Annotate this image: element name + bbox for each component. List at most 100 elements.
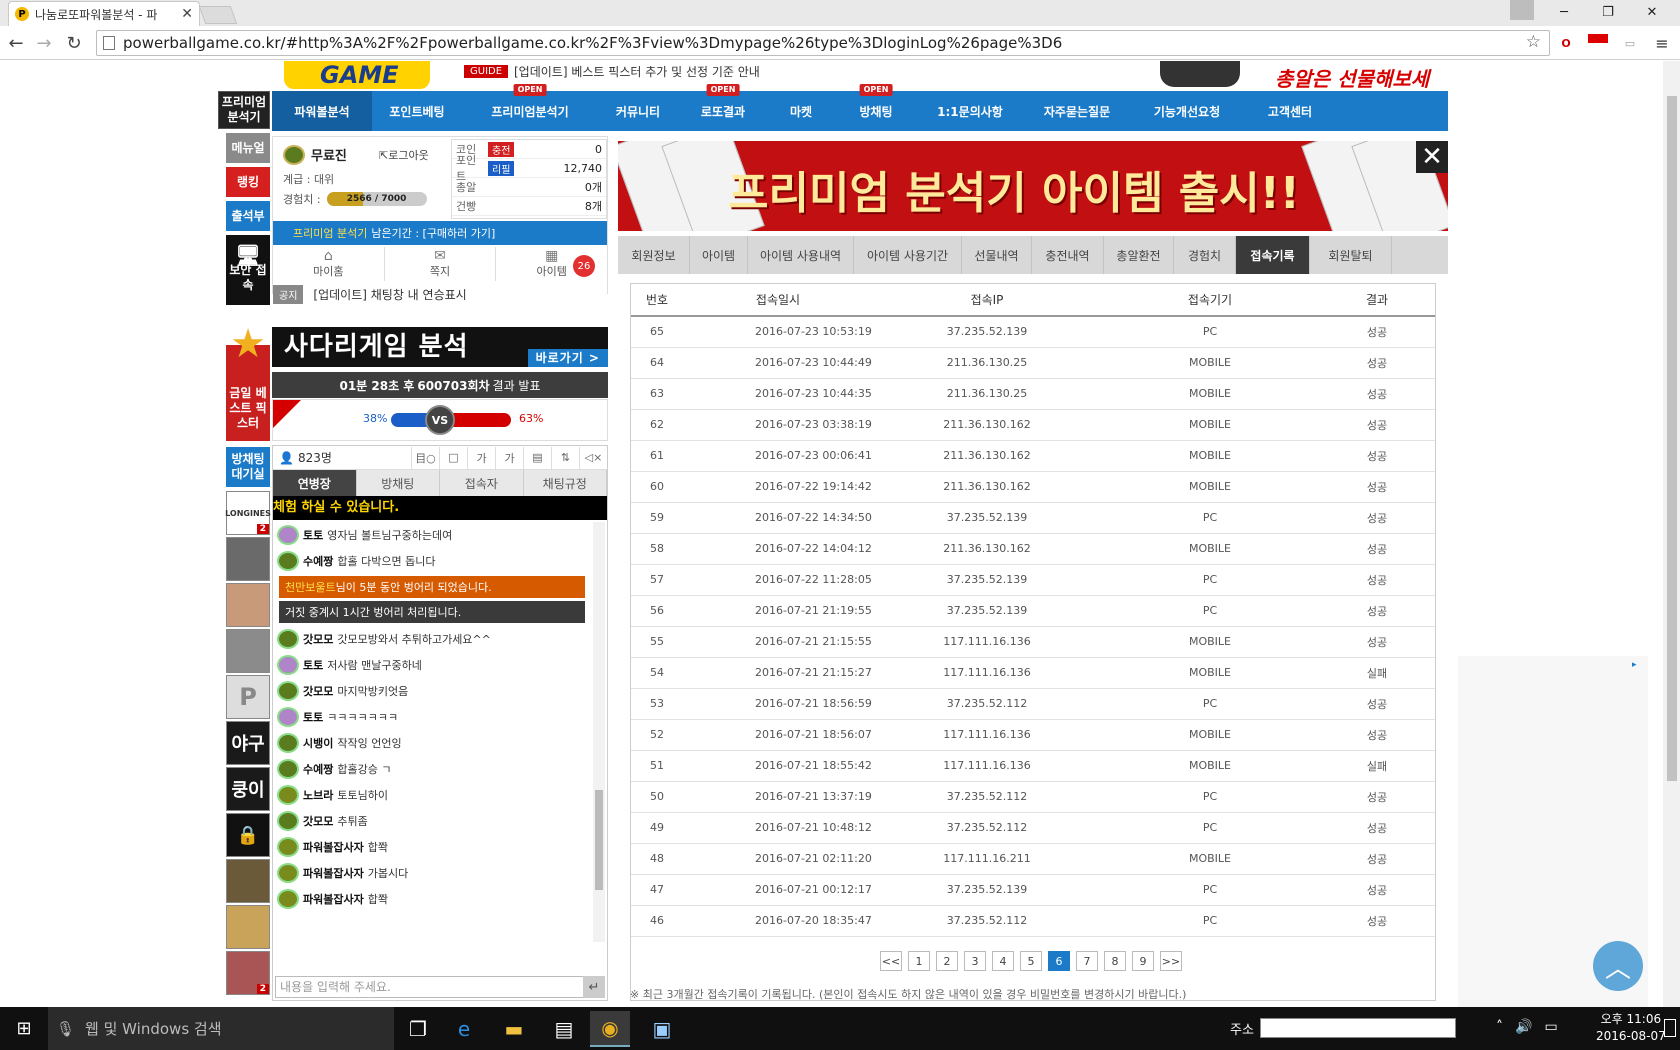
close-window-button[interactable]: ✕ (1630, 0, 1674, 24)
site-logo[interactable]: GAME (284, 61, 430, 89)
chat-nick[interactable]: 시뱅이 (303, 735, 333, 751)
mypage-tab[interactable]: 회원탈퇴 (1310, 236, 1392, 274)
chat-nick[interactable]: 파워볼잡사자 (303, 891, 364, 907)
banner-close-icon[interactable]: ✕ (1416, 141, 1448, 173)
room-thumb-9[interactable] (226, 859, 270, 903)
page-button[interactable]: >> (1160, 951, 1182, 971)
room-thumb-4[interactable] (226, 629, 270, 673)
chat-nick[interactable]: 노브라 (303, 787, 333, 803)
rail-manual[interactable]: 메뉴얼 (226, 133, 270, 163)
keyboard-icon[interactable]: ▭ (1544, 1019, 1557, 1035)
premium-remaining-bar[interactable]: 프리미엄 분석기 남은기간 : [구매하러 가기] (273, 221, 607, 245)
mypage-tab[interactable]: 경험치 (1174, 236, 1236, 274)
notification-icon[interactable] (1664, 1019, 1676, 1037)
page-button[interactable]: 8 (1104, 951, 1126, 971)
notice-bar[interactable]: 공지 [업데이트] 채팅창 내 연승표시 (273, 283, 607, 305)
browser-tab[interactable]: P 나눔로또파워볼분석 - 파 ✕ (8, 1, 200, 26)
refill-button[interactable]: 리필 (488, 160, 515, 176)
nav-market[interactable]: 마켓 (768, 91, 834, 131)
chat-tab-rules[interactable]: 채팅규정 (524, 470, 607, 496)
back-icon[interactable]: ← (4, 31, 28, 55)
room-thumb-3[interactable] (226, 583, 270, 627)
restore-button[interactable]: ❐ (1586, 0, 1630, 24)
rail-best-pickster[interactable]: ★ 금일 베스트 픽스터 (226, 324, 270, 441)
ladder-banner[interactable]: 사다리게임 분석 바로가기 > (272, 327, 608, 367)
chat-nick[interactable]: 갓모모 (303, 683, 333, 699)
chat-scroll-thumb[interactable] (595, 790, 603, 890)
page-button[interactable]: 9 (1132, 951, 1154, 971)
page-scroll-thumb[interactable] (1667, 96, 1677, 781)
mypage-tab[interactable]: 선물내역 (962, 236, 1032, 274)
mypage-tab[interactable]: 접속기록 (1236, 236, 1310, 274)
mypage-tab[interactable]: 아이템 사용기간 (854, 236, 962, 274)
tab-close-icon[interactable]: ✕ (181, 6, 193, 22)
room-thumb-1[interactable]: LONGINES 2 (225, 491, 271, 535)
page-button[interactable]: << (880, 951, 902, 971)
messages-button[interactable]: ✉ 쪽지 (385, 247, 497, 281)
rail-premium[interactable]: 프리미엄 분석기 (218, 91, 270, 129)
page-button[interactable]: 6 (1048, 951, 1070, 971)
chat-input[interactable]: 내용을 입력해 주세요. (275, 976, 585, 998)
taskbar-search[interactable]: 🎙 웹 및 Windows 검색 (48, 1007, 394, 1050)
font-size-up-icon[interactable]: 가 (467, 446, 495, 469)
reload-icon[interactable]: ↻ (62, 31, 86, 55)
chat-tab-main[interactable]: 연병장 (273, 470, 357, 496)
profile-icon[interactable] (1510, 0, 1534, 20)
windows-start-icon[interactable]: ⊞ (0, 1007, 48, 1050)
premium-banner[interactable]: 프리미엄 분석기 아이템 출시!! ✕ (618, 141, 1448, 231)
nav-point-bet[interactable]: 포인트베팅 (372, 91, 462, 131)
sort-icon[interactable]: ⇅ (551, 446, 579, 469)
ladder-go-button[interactable]: 바로가기 > (527, 349, 608, 367)
mypage-tab[interactable]: 회원정보 (618, 236, 690, 274)
page-button[interactable]: 5 (1020, 951, 1042, 971)
chat-tool-icon[interactable]: ▤ (523, 446, 551, 469)
minimize-button[interactable]: ─ (1542, 0, 1586, 24)
mute-icon[interactable]: ◁× (579, 446, 607, 469)
page-button[interactable]: 2 (936, 951, 958, 971)
tray-expand-icon[interactable]: ˄ (1496, 1019, 1503, 1035)
chat-nick[interactable]: 갓모모 (303, 813, 333, 829)
page-button[interactable]: 7 (1076, 951, 1098, 971)
page-button[interactable]: 1 (908, 951, 930, 971)
room-thumb-5[interactable]: P (226, 675, 270, 719)
chat-tool-icon[interactable]: 目○ (411, 446, 439, 469)
page-scrollbar[interactable] (1663, 61, 1680, 1007)
address-toolbar-input[interactable] (1260, 1018, 1456, 1038)
rail-ranking[interactable]: 랭킹 (226, 167, 270, 197)
room-thumb-7[interactable]: 쿵이 (226, 767, 270, 811)
new-tab-button[interactable] (198, 6, 238, 24)
guide-link[interactable]: [업데이트] 베스트 픽스터 추가 및 선정 기준 안내 (514, 63, 760, 80)
room-thumb-8[interactable]: 🔒 (226, 813, 270, 857)
task-view-icon[interactable]: ❐ (398, 1011, 438, 1047)
app-window-icon[interactable]: ▣ (642, 1011, 682, 1047)
menu-icon[interactable]: ≡ (1652, 34, 1672, 53)
nav-powerball[interactable]: 파워볼분석 (272, 91, 372, 131)
forward-icon[interactable]: → (32, 31, 56, 55)
page-button[interactable]: 3 (964, 951, 986, 971)
cast-extension-icon[interactable]: ▭ (1620, 34, 1640, 52)
nav-feature-request[interactable]: 기능개선요청 (1132, 91, 1242, 131)
chat-tab-users[interactable]: 접속자 (440, 470, 524, 496)
nav-lotto[interactable]: OPEN 로또결과 (678, 84, 768, 131)
nav-community[interactable]: 커뮤니티 (598, 91, 678, 131)
chat-nick[interactable]: 토토 (303, 709, 323, 725)
chat-tab-room[interactable]: 방채팅 (357, 470, 440, 496)
file-explorer-icon[interactable]: ▬ (494, 1011, 534, 1047)
mypage-tab[interactable]: 충전내역 (1032, 236, 1104, 274)
page-button[interactable]: 4 (992, 951, 1014, 971)
nav-premium[interactable]: OPEN 프리미엄분석기 (462, 84, 598, 131)
volume-icon[interactable]: 🔊 (1515, 1019, 1532, 1035)
chat-nick[interactable]: 수예짱 (303, 553, 333, 569)
chat-nick[interactable]: 수예짱 (303, 761, 333, 777)
mypage-tab[interactable]: 총알환전 (1104, 236, 1174, 274)
chat-scrollbar[interactable] (593, 522, 605, 942)
charge-button[interactable]: 충전 (488, 141, 515, 157)
send-icon[interactable]: ↵ (583, 976, 605, 998)
chat-nick[interactable]: 파워볼잡사자 (303, 865, 364, 881)
rail-attendance[interactable]: 출석부 (226, 201, 270, 231)
flag-extension-icon[interactable] (1588, 34, 1608, 52)
nav-room-chat[interactable]: OPEN 방채팅 (834, 84, 918, 131)
rail-waiting-room[interactable]: 방채팅 대기실 (226, 447, 270, 487)
opera-extension-icon[interactable]: O (1556, 34, 1576, 52)
clock[interactable]: 오후 11:06 2016-08-07 (1596, 1011, 1666, 1045)
